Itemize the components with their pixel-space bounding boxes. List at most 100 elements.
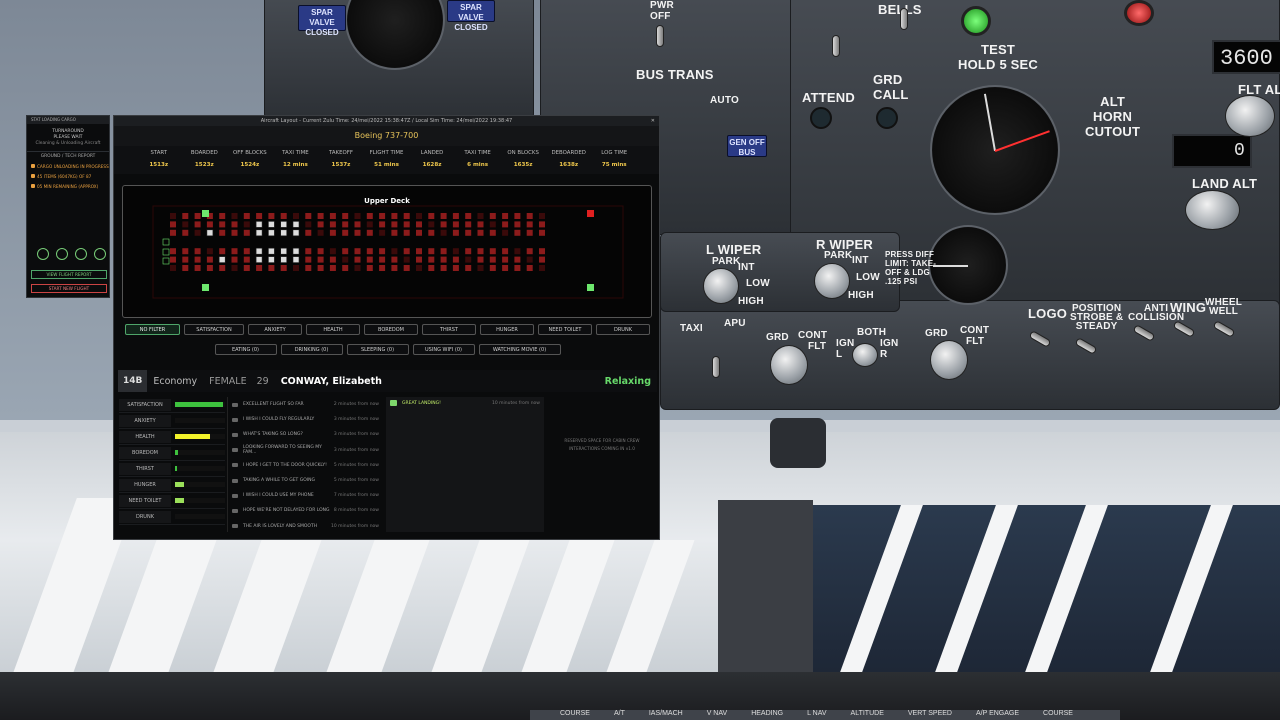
seat[interactable] (194, 229, 201, 236)
close-icon[interactable]: ✕ (651, 116, 655, 126)
seat[interactable] (465, 248, 472, 255)
seat[interactable] (465, 229, 472, 236)
seat[interactable] (379, 229, 386, 236)
seat[interactable] (403, 248, 410, 255)
seat[interactable] (391, 221, 398, 228)
grd-call-button[interactable] (876, 107, 898, 129)
seat[interactable] (170, 248, 176, 255)
seat[interactable] (268, 229, 275, 237)
seat[interactable] (219, 221, 226, 228)
seat[interactable] (440, 265, 447, 271)
seat[interactable] (305, 229, 312, 236)
activity-filter-button[interactable]: EATING (0) (214, 344, 277, 355)
seat[interactable] (526, 221, 533, 228)
seat[interactable] (514, 256, 521, 263)
seat[interactable] (379, 213, 386, 219)
seat[interactable] (502, 229, 509, 236)
seat[interactable] (539, 229, 545, 236)
seat[interactable] (268, 247, 275, 255)
seat[interactable] (428, 265, 435, 271)
seat[interactable] (477, 248, 484, 255)
ignition-knob[interactable] (852, 343, 878, 367)
seat[interactable] (305, 256, 312, 263)
seat[interactable] (354, 213, 361, 219)
seat[interactable] (379, 221, 386, 228)
seat[interactable] (231, 265, 238, 271)
seat[interactable] (170, 229, 176, 236)
seat[interactable] (292, 247, 300, 255)
seat[interactable] (452, 221, 459, 228)
seat[interactable] (231, 229, 238, 236)
seat[interactable] (317, 213, 324, 219)
seat[interactable] (354, 265, 361, 271)
seat[interactable] (317, 221, 324, 228)
seat[interactable] (489, 256, 496, 263)
seat[interactable] (170, 221, 176, 228)
seat[interactable] (428, 229, 435, 236)
seat[interactable] (366, 265, 373, 271)
flt-alt-knob[interactable] (1225, 95, 1275, 137)
seat[interactable] (182, 221, 189, 228)
seat[interactable] (206, 256, 213, 263)
seat[interactable] (219, 265, 226, 271)
seat[interactable] (317, 248, 324, 255)
seat[interactable] (416, 265, 422, 271)
seat[interactable] (514, 265, 521, 271)
seat[interactable] (317, 229, 324, 236)
activity-filter-button[interactable]: WATCHING MOVIE (0) (478, 344, 561, 355)
seat[interactable] (526, 265, 533, 271)
bells-switch[interactable] (900, 8, 908, 30)
filter-button[interactable]: ANXIETY (248, 324, 302, 335)
seat[interactable] (256, 213, 263, 219)
start-new-flight-button[interactable]: START NEW FLIGHT (31, 284, 107, 293)
seat[interactable] (280, 213, 287, 219)
seat[interactable] (416, 256, 422, 263)
seat[interactable] (354, 256, 361, 263)
seat[interactable] (280, 229, 287, 237)
seat[interactable] (489, 248, 496, 255)
seat[interactable] (514, 221, 521, 228)
seat[interactable] (379, 248, 386, 255)
filter-button[interactable]: SATISFACTION (184, 324, 244, 335)
seat[interactable] (366, 256, 373, 263)
seat[interactable] (379, 256, 386, 263)
seat[interactable] (206, 221, 213, 228)
activity-filter-button[interactable]: SLEEPING (0) (346, 344, 409, 355)
seat[interactable] (440, 256, 447, 263)
seat[interactable] (539, 248, 545, 255)
seat[interactable] (489, 213, 496, 219)
seat[interactable] (391, 229, 398, 236)
seat[interactable] (342, 221, 349, 228)
seat[interactable] (329, 256, 336, 263)
seat[interactable] (526, 213, 533, 219)
seat[interactable] (329, 229, 336, 236)
seat[interactable] (231, 256, 238, 263)
seat[interactable] (440, 221, 447, 228)
seat[interactable] (366, 229, 373, 236)
apu-switch[interactable] (712, 356, 720, 378)
seat[interactable] (219, 248, 226, 255)
seat[interactable] (391, 256, 398, 263)
seat[interactable] (342, 265, 349, 271)
seat[interactable] (440, 229, 447, 236)
test-red-button[interactable] (1124, 0, 1154, 26)
seat[interactable] (268, 265, 275, 271)
filter-button[interactable]: NO FILTER (125, 324, 180, 335)
seat[interactable] (403, 229, 410, 236)
seat[interactable] (268, 221, 275, 228)
seat[interactable] (292, 229, 300, 237)
seat[interactable] (502, 221, 509, 228)
seat[interactable] (231, 248, 238, 255)
gear-icon[interactable] (94, 248, 106, 260)
land-alt-knob[interactable] (1185, 190, 1240, 230)
view-flight-report-button[interactable]: VIEW FLIGHT REPORT (31, 270, 107, 279)
seat[interactable] (170, 213, 176, 219)
seat[interactable] (182, 229, 189, 236)
activity-filter-button[interactable]: DRINKING (0) (280, 344, 343, 355)
seat[interactable] (182, 265, 189, 271)
seat[interactable] (194, 265, 201, 271)
pwr-switch[interactable] (656, 25, 664, 47)
seat[interactable] (194, 221, 201, 228)
filter-button[interactable]: HEALTH (306, 324, 360, 335)
seat[interactable] (366, 248, 373, 255)
